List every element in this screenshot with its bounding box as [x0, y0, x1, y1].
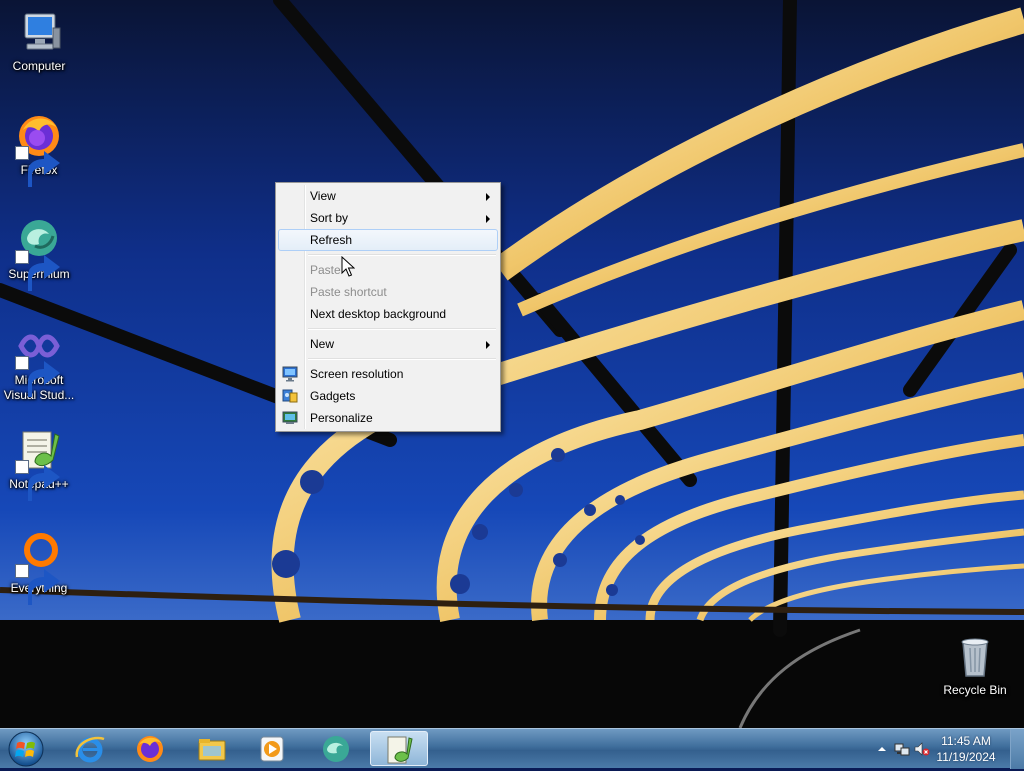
internet-explorer-icon — [75, 736, 105, 763]
file-explorer-icon — [198, 739, 226, 761]
menu-item-screen-resolution[interactable]: Screen resolution — [278, 363, 498, 385]
desktop-icon-recycle-bin[interactable]: Recycle Bin — [936, 632, 1014, 698]
desktop-icon-visual-studio[interactable]: Microsoft Visual Stud... — [0, 322, 78, 403]
firefox-icon — [15, 112, 63, 187]
desktop-context-menu: View Sort by Refresh Paste Paste shortcu… — [275, 182, 501, 432]
network-icon[interactable] — [894, 741, 910, 757]
shortcut-arrow-icon — [15, 460, 60, 501]
desktop-icon-notepadpp[interactable]: Notepad++ — [0, 426, 78, 501]
notepadpp-icon — [387, 736, 413, 764]
menu-separator — [308, 254, 496, 256]
firefox-icon — [137, 736, 163, 762]
supermium-icon — [323, 736, 349, 762]
shortcut-arrow-icon — [15, 146, 60, 187]
submenu-arrow-icon — [486, 341, 490, 349]
visual-studio-icon — [15, 322, 63, 397]
notepadpp-icon — [15, 426, 63, 501]
menu-item-gadgets[interactable]: Gadgets — [278, 385, 498, 407]
taskbar-internet-explorer[interactable] — [62, 731, 118, 766]
menu-item-personalize[interactable]: Personalize — [278, 407, 498, 429]
recycle-bin-icon — [951, 632, 999, 680]
menu-item-label: Paste — [310, 263, 341, 277]
menu-item-label: Screen resolution — [310, 367, 404, 381]
start-button[interactable] — [6, 730, 46, 768]
menu-item-paste-shortcut[interactable]: Paste shortcut — [278, 281, 498, 303]
shortcut-arrow-icon — [15, 356, 60, 397]
menu-item-sort-by[interactable]: Sort by — [278, 207, 498, 229]
taskbar: 11:45 AM 11/19/2024 — [0, 728, 1024, 769]
mouse-cursor-icon — [341, 256, 355, 277]
menu-item-label: New — [310, 337, 335, 351]
clock-time: 11:45 AM — [941, 734, 991, 748]
shortcut-arrow-icon — [15, 564, 60, 605]
menu-item-new[interactable]: New — [278, 333, 498, 355]
taskbar-supermium[interactable] — [308, 731, 364, 766]
personalize-icon — [282, 410, 298, 426]
clock-date: 11/19/2024 — [936, 750, 996, 764]
menu-item-next-desktop-background[interactable]: Next desktop background — [278, 303, 498, 325]
everything-icon — [15, 530, 63, 605]
menu-item-label: Sort by — [310, 211, 349, 225]
computer-icon — [15, 8, 63, 56]
desktop-wallpaper[interactable] — [0, 0, 1024, 728]
menu-item-refresh[interactable]: Refresh — [278, 229, 498, 251]
show-desktop-button[interactable] — [1010, 729, 1024, 769]
menu-item-view[interactable]: View — [278, 185, 498, 207]
media-player-icon — [260, 736, 284, 762]
submenu-arrow-icon — [486, 193, 490, 201]
desktop-icon-label: Computer — [12, 59, 66, 73]
desktop-icon-label: Recycle Bin — [943, 683, 1007, 697]
screen-resolution-icon — [282, 366, 298, 382]
menu-item-label: Paste shortcut — [310, 285, 387, 299]
taskbar-notepadpp[interactable] — [370, 731, 428, 766]
system-clock[interactable]: 11:45 AM 11/19/2024 — [934, 733, 998, 765]
taskbar-file-explorer[interactable] — [184, 731, 240, 766]
menu-item-label: View — [310, 189, 336, 203]
menu-item-label: Personalize — [310, 411, 373, 425]
menu-item-label: Next desktop background — [310, 307, 447, 321]
gadgets-icon — [282, 388, 298, 404]
system-tray: 11:45 AM 11/19/2024 — [864, 729, 1024, 769]
shortcut-arrow-icon — [15, 250, 60, 291]
menu-item-label: Refresh — [310, 233, 353, 247]
volume-muted-icon[interactable] — [914, 741, 930, 757]
supermium-icon — [15, 216, 63, 291]
menu-separator — [308, 358, 496, 360]
desktop-icon-everything[interactable]: Everything — [0, 530, 78, 605]
desktop-icon-supermium[interactable]: Supermium — [0, 216, 78, 291]
menu-separator — [308, 328, 496, 330]
windows-logo-icon — [8, 731, 44, 767]
show-hidden-icons-icon[interactable] — [874, 741, 890, 757]
desktop-icon-firefox[interactable]: Firefox — [0, 112, 78, 187]
taskbar-media-player[interactable] — [244, 731, 300, 766]
menu-item-paste[interactable]: Paste — [278, 259, 498, 281]
desktop-icon-computer[interactable]: Computer — [0, 8, 78, 74]
taskbar-firefox[interactable] — [122, 731, 178, 766]
submenu-arrow-icon — [486, 215, 490, 223]
menu-item-label: Gadgets — [310, 389, 356, 403]
